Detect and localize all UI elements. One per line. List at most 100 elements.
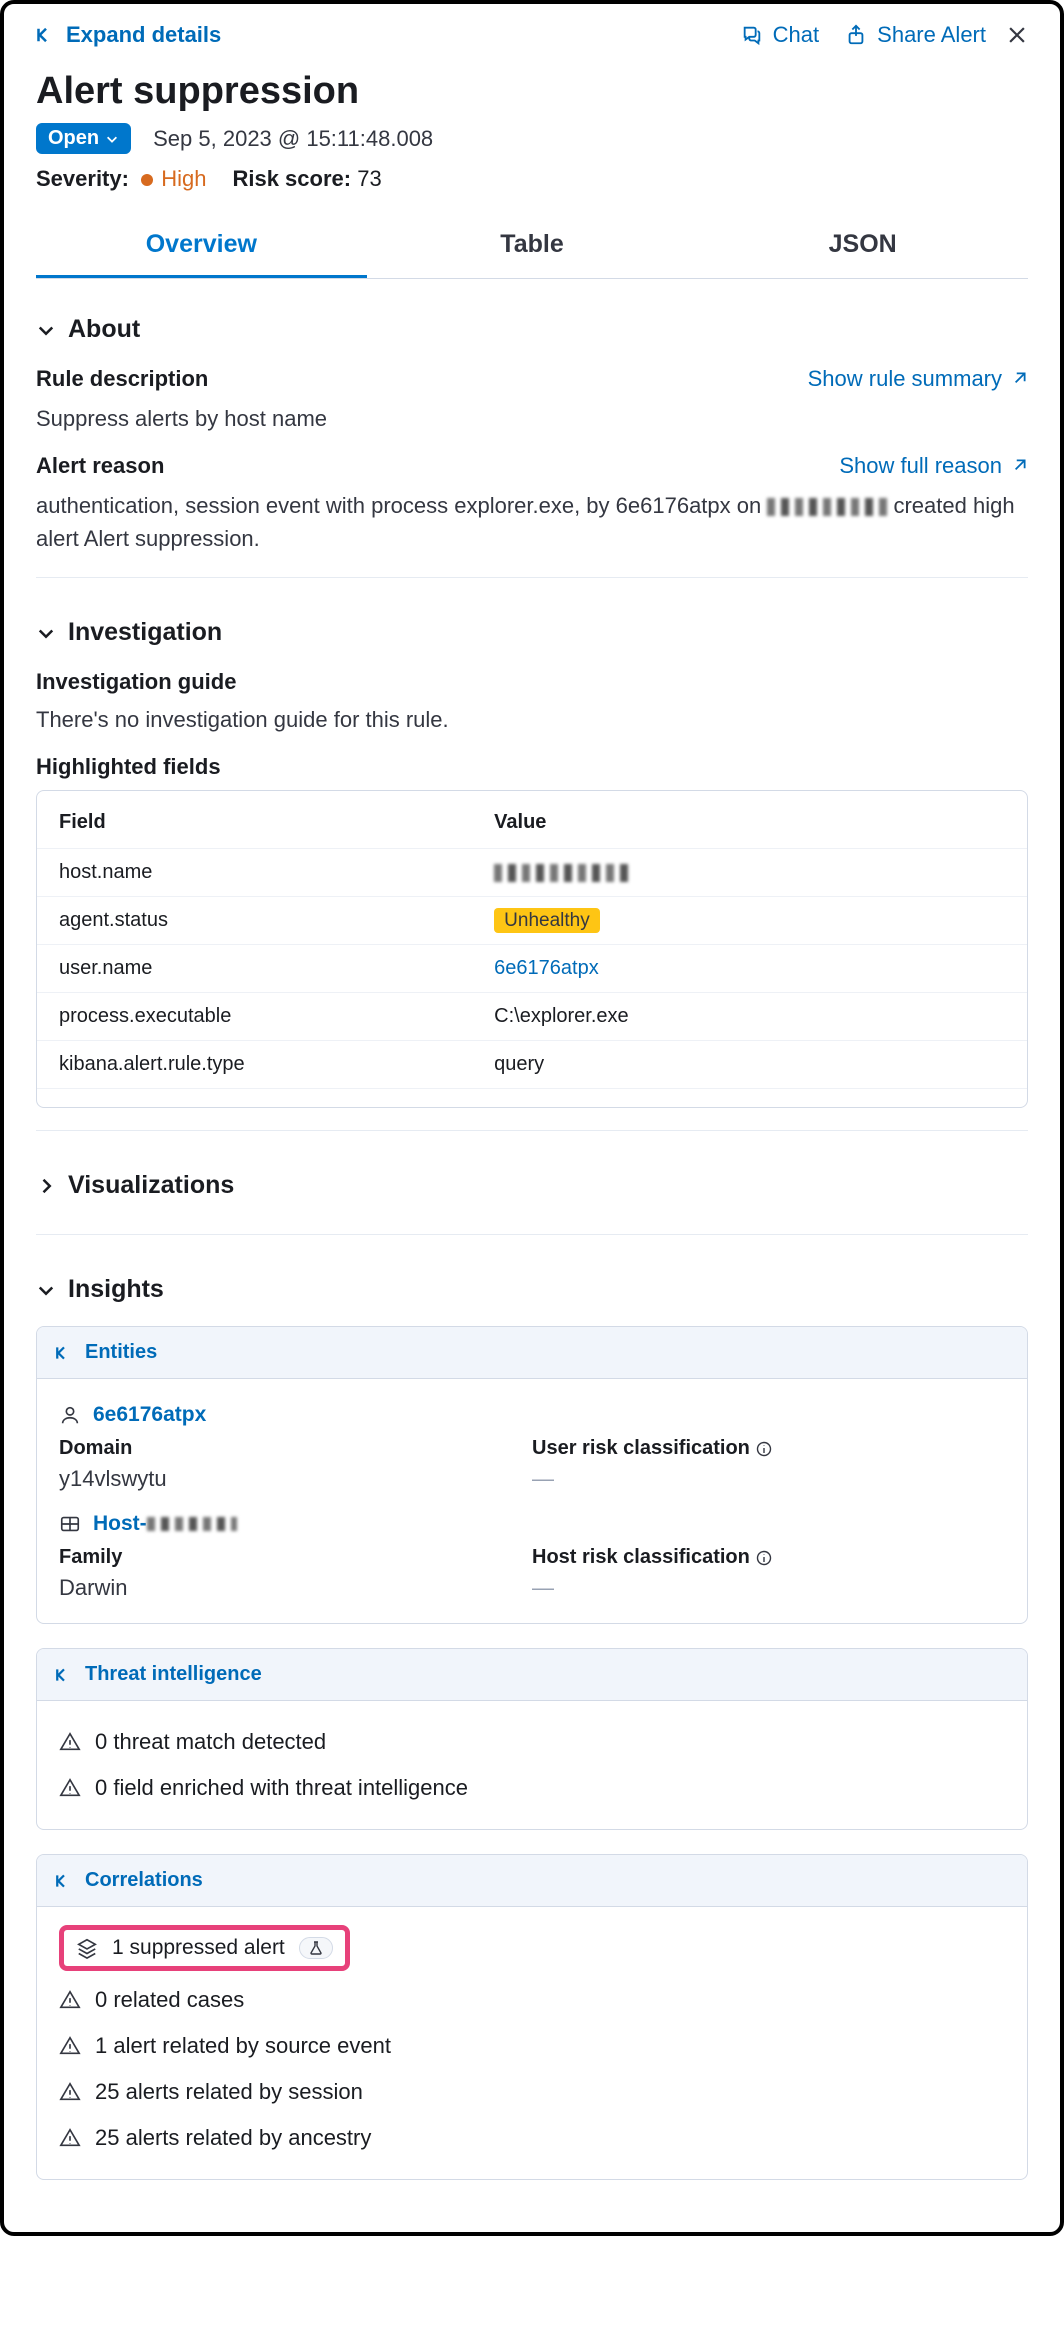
- entities-panel-toggle[interactable]: Entities: [37, 1327, 1027, 1379]
- table-row: kibana.alert.rule.type query: [37, 1040, 1027, 1089]
- share-icon: [845, 24, 867, 46]
- chevron-down-icon: [36, 623, 56, 643]
- info-icon[interactable]: [756, 1441, 772, 1457]
- hf-field: host.name: [59, 861, 494, 884]
- info-icon[interactable]: [756, 1550, 772, 1566]
- hf-value: query: [494, 1053, 1005, 1076]
- alert-reason-text: authentication, session event with proce…: [36, 489, 1028, 555]
- chevron-down-icon: [36, 320, 56, 340]
- risk-score-label: Risk score:: [232, 166, 351, 191]
- table-row: user.name 6e6176atpx: [37, 944, 1027, 992]
- beta-badge: [299, 1937, 333, 1959]
- table-row: process.executable C:\explorer.exe: [37, 992, 1027, 1040]
- alert-title: Alert suppression: [36, 70, 1028, 113]
- user-name-link[interactable]: 6e6176atpx: [494, 957, 599, 979]
- domain-label: Domain: [59, 1437, 532, 1460]
- layers-icon: [76, 1937, 98, 1959]
- list-item: 25 alerts related by ancestry: [59, 2115, 1005, 2161]
- warning-icon: [59, 1777, 81, 1799]
- investigation-section-toggle[interactable]: Investigation: [36, 600, 1028, 659]
- correlations-label: Correlations: [85, 1869, 203, 1892]
- entities-label: Entities: [85, 1341, 157, 1364]
- ti-item-0: 0 threat match detected: [95, 1729, 326, 1755]
- close-button[interactable]: [1006, 24, 1028, 46]
- list-item: 25 alerts related by session: [59, 2069, 1005, 2115]
- warning-icon: [59, 2035, 81, 2057]
- chat-label: Chat: [773, 22, 819, 48]
- warning-icon: [59, 1989, 81, 2011]
- severity-value: High: [161, 166, 206, 191]
- alert-reason-label: Alert reason: [36, 453, 164, 479]
- tab-json[interactable]: JSON: [697, 214, 1028, 278]
- corr-item-3: 25 alerts related by ancestry: [95, 2125, 371, 2151]
- hf-field: agent.status: [59, 909, 494, 932]
- chevrons-left-icon: [55, 1344, 73, 1362]
- list-item: 0 field enriched with threat intelligenc…: [59, 1765, 1005, 1811]
- chevron-down-icon: [36, 1280, 56, 1300]
- corr-item-0: 0 related cases: [95, 1987, 244, 2013]
- popout-icon: [1010, 457, 1028, 475]
- domain-value: y14vlswytu: [59, 1466, 532, 1492]
- about-title: About: [68, 315, 140, 344]
- suppressed-alert-highlight: 1 suppressed alert: [59, 1925, 350, 1971]
- threat-intel-panel-toggle[interactable]: Threat intelligence: [37, 1649, 1027, 1701]
- entity-host-link[interactable]: Host-: [93, 1512, 237, 1536]
- severity-dot-icon: [141, 174, 153, 186]
- family-label: Family: [59, 1546, 532, 1569]
- highlighted-fields-table: Field Value host.name agent.status Unhea…: [36, 790, 1028, 1108]
- show-full-reason-label: Show full reason: [839, 453, 1002, 479]
- share-alert-label: Share Alert: [877, 22, 986, 48]
- hf-value: C:\explorer.exe: [494, 1005, 1005, 1028]
- status-label: Open: [48, 127, 99, 150]
- visualizations-title: Visualizations: [68, 1171, 234, 1200]
- show-rule-summary-label: Show rule summary: [808, 366, 1002, 392]
- tab-table[interactable]: Table: [367, 214, 698, 278]
- table-row: host.name: [37, 848, 1027, 896]
- alert-timestamp: Sep 5, 2023 @ 15:11:48.008: [153, 126, 433, 152]
- list-item: 0 related cases: [59, 1977, 1005, 2023]
- chevrons-left-icon: [36, 25, 56, 45]
- beaker-icon: [308, 1940, 324, 1956]
- family-value: Darwin: [59, 1575, 532, 1601]
- user-risk-label: User risk classification: [532, 1437, 750, 1460]
- tab-overview[interactable]: Overview: [36, 214, 367, 278]
- tabs: Overview Table JSON: [36, 214, 1028, 279]
- show-rule-summary-button[interactable]: Show rule summary: [808, 366, 1028, 392]
- status-badge-unhealthy: Unhealthy: [494, 908, 600, 933]
- hf-field: process.executable: [59, 1005, 494, 1028]
- status-badge[interactable]: Open: [36, 123, 131, 154]
- entity-user-link[interactable]: 6e6176atpx: [93, 1403, 206, 1427]
- chat-icon: [741, 24, 763, 46]
- warning-icon: [59, 2081, 81, 2103]
- insights-section-toggle[interactable]: Insights: [36, 1257, 1028, 1316]
- user-icon: [59, 1404, 81, 1426]
- host-prefix: Host-: [93, 1512, 147, 1535]
- expand-details-label: Expand details: [66, 22, 221, 48]
- correlations-panel-toggle[interactable]: Correlations: [37, 1855, 1027, 1907]
- chevron-right-icon: [36, 1176, 56, 1196]
- redacted-host: [147, 1517, 237, 1531]
- investigation-title: Investigation: [68, 618, 222, 647]
- hf-col-field: Field: [59, 811, 494, 834]
- warning-icon: [59, 1731, 81, 1753]
- table-row: agent.status Unhealthy: [37, 896, 1027, 944]
- host-risk-label: Host risk classification: [532, 1546, 750, 1569]
- rule-description-label: Rule description: [36, 366, 208, 392]
- host-icon: [59, 1513, 81, 1535]
- hf-field: kibana.alert.rule.type: [59, 1053, 494, 1076]
- redacted-host: [767, 498, 887, 516]
- show-full-reason-button[interactable]: Show full reason: [839, 453, 1028, 479]
- expand-details-button[interactable]: Expand details: [36, 22, 221, 48]
- list-item: 0 threat match detected: [59, 1719, 1005, 1765]
- list-item: 1 alert related by source event: [59, 2023, 1005, 2069]
- warning-icon: [59, 2127, 81, 2149]
- visualizations-section-toggle[interactable]: Visualizations: [36, 1153, 1028, 1212]
- chat-button[interactable]: Chat: [741, 22, 819, 48]
- share-alert-button[interactable]: Share Alert: [845, 22, 986, 48]
- insights-title: Insights: [68, 1275, 164, 1304]
- about-section-toggle[interactable]: About: [36, 297, 1028, 356]
- investigation-guide-text: There's no investigation guide for this …: [36, 703, 1028, 736]
- chevron-down-icon: [105, 132, 119, 146]
- user-risk-value: —: [532, 1466, 1005, 1492]
- alert-reason-pre: authentication, session event with proce…: [36, 493, 767, 518]
